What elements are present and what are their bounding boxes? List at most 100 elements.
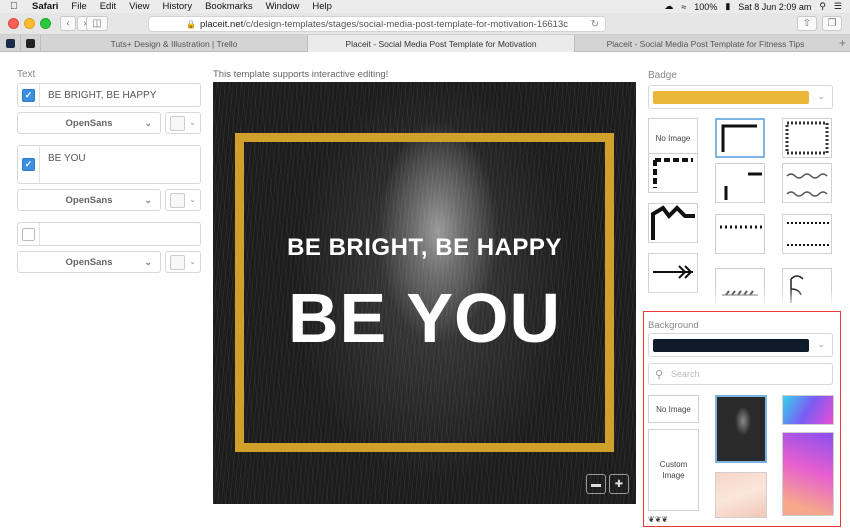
background-search-input[interactable]: ⚲ Search — [648, 363, 833, 385]
minus-icon: ▬ — [591, 478, 601, 490]
badge-color-dropdown[interactable]: ⌄ — [648, 85, 833, 109]
scroll-fade — [644, 288, 839, 308]
search-icon[interactable]: ⚲ — [819, 1, 826, 12]
canvas-line-2[interactable]: BE YOU — [213, 278, 636, 358]
menu-help[interactable]: Help — [312, 1, 332, 12]
address-bar[interactable]: 🔒 placeit.net/c/design-templates/stages/… — [148, 16, 606, 32]
minimize-window-button[interactable] — [24, 18, 35, 29]
badge-tile-selected[interactable] — [715, 118, 765, 158]
badge-bow-frame-icon — [651, 205, 695, 240]
text-field-1-checkbox[interactable]: ✓ — [22, 89, 35, 102]
font-select-2-value: OpenSans — [65, 194, 113, 206]
canvas-line-1[interactable]: BE BRIGHT, BE HAPPY — [213, 234, 636, 262]
background-purple-gradient-tile[interactable] — [782, 432, 834, 516]
wifi-icon[interactable]: ≈ — [681, 2, 686, 12]
text-field-2[interactable]: ✓ BE YOU — [17, 145, 201, 184]
tab-motivation[interactable]: Placeit - Social Media Post Template for… — [307, 35, 574, 52]
divider — [39, 84, 40, 106]
plus-icon: ✚ — [614, 478, 624, 490]
badge-corner-frame-icon — [721, 124, 757, 152]
color-select-3[interactable]: ⌄ — [165, 251, 201, 273]
background-hair-photo-tile-selected[interactable] — [715, 395, 767, 463]
badge-tile[interactable] — [782, 214, 832, 254]
text-field-1[interactable]: ✓ BE BRIGHT, BE HAPPY — [17, 83, 201, 107]
pinned-site-icon — [5, 39, 15, 48]
badge-tile[interactable] — [648, 203, 698, 243]
menu-bar:  Safari File Edit View History Bookmark… — [0, 0, 850, 13]
url-path: /c/design-templates/stages/social-media-… — [243, 18, 568, 30]
menu-clock[interactable]: Sat 8 Jun 2:09 am — [738, 2, 811, 12]
chevron-down-icon: ⌄ — [144, 256, 152, 267]
text-field-2-checkbox[interactable]: ✓ — [22, 158, 35, 171]
reload-icon[interactable]: ↻ — [591, 19, 599, 30]
cloud-icon[interactable]: ☁ — [664, 1, 673, 12]
new-tab-icon[interactable]: + — [839, 36, 846, 50]
browser-toolbar: ‹ › ◫ 🔒 placeit.net/c/design-templates/s… — [0, 13, 850, 35]
font-select-3-value: OpenSans — [65, 256, 113, 268]
interactive-editing-notice: This template supports interactive editi… — [213, 69, 389, 80]
menu-window[interactable]: Window — [266, 1, 300, 12]
chevron-left-icon: ‹ — [66, 18, 70, 29]
share-button[interactable]: ⇧ — [797, 16, 817, 31]
close-window-button[interactable] — [8, 18, 19, 29]
background-peach-tile[interactable] — [715, 472, 767, 518]
tab-fitness[interactable]: Placeit - Social Media Post Template for… — [574, 35, 836, 52]
badge-no-image-tile[interactable]: No Image — [648, 118, 698, 158]
chevron-down-icon: ⌄ — [189, 118, 196, 127]
badge-tile[interactable] — [715, 163, 765, 203]
background-custom-image-tile[interactable]: Custom Image — [648, 429, 699, 511]
divider — [39, 223, 40, 245]
text-field-1-value[interactable]: BE BRIGHT, BE HAPPY — [48, 90, 156, 101]
battery-percent: 100% — [694, 1, 718, 12]
apple-menu-icon[interactable]:  — [10, 1, 22, 12]
text-field-3[interactable] — [17, 222, 201, 246]
badge-tile[interactable] — [715, 214, 765, 254]
battery-icon[interactable]: ▮ — [725, 1, 730, 12]
badge-tile[interactable] — [782, 118, 832, 158]
font-select-2[interactable]: OpenSans ⌄ — [17, 189, 161, 211]
color-select-2[interactable]: ⌄ — [165, 189, 201, 211]
zoom-in-button[interactable]: ✚ — [609, 474, 629, 494]
badge-checkered-frame-icon — [785, 121, 829, 155]
menu-app-name[interactable]: Safari — [32, 1, 58, 12]
chevron-down-icon: ⌄ — [817, 91, 825, 101]
tab-trello[interactable]: Tuts+ Design & Illustration | Trello — [40, 35, 307, 52]
background-no-image-tile[interactable]: No Image — [648, 395, 699, 423]
sidebar-toggle-button[interactable]: ◫ — [86, 16, 108, 31]
menu-file[interactable]: File — [71, 1, 86, 12]
menu-bookmarks[interactable]: Bookmarks — [205, 1, 253, 12]
background-ornament-tile[interactable]: ❦❦❦ — [648, 515, 699, 525]
search-icon: ⚲ — [655, 369, 664, 381]
menu-edit[interactable]: Edit — [100, 1, 116, 12]
zoom-out-button[interactable]: ▬ — [586, 474, 606, 494]
color-select-1[interactable]: ⌄ — [165, 112, 201, 134]
font-select-3[interactable]: OpenSans ⌄ — [17, 251, 161, 273]
background-gradient-tile[interactable] — [782, 395, 834, 425]
text-field-3-checkbox[interactable] — [22, 228, 35, 241]
pinned-tab[interactable] — [0, 35, 20, 52]
font-select-1-value: OpenSans — [65, 117, 113, 129]
zoom-window-button[interactable] — [40, 18, 51, 29]
text-field-2-value[interactable]: BE YOU — [48, 153, 86, 164]
pinned-tab-2[interactable] — [20, 35, 40, 52]
chevron-down-icon: ⌄ — [189, 257, 196, 266]
chevron-down-icon: ⌄ — [189, 195, 196, 204]
menu-view[interactable]: View — [129, 1, 149, 12]
background-color-dropdown[interactable]: ⌄ — [648, 333, 833, 357]
menu-list-icon[interactable]: ☰ — [834, 1, 842, 12]
background-section-heading: Background — [648, 320, 699, 331]
font-select-1[interactable]: OpenSans ⌄ — [17, 112, 161, 134]
background-custom-image-label: Custom Image — [659, 460, 688, 480]
chevron-down-icon: ⌄ — [144, 194, 152, 205]
back-button[interactable]: ‹ — [60, 16, 76, 31]
tab-label: Placeit - Social Media Post Template for… — [345, 38, 537, 49]
badge-tile[interactable] — [648, 253, 698, 293]
design-canvas[interactable]: BE BRIGHT, BE HAPPY BE YOU ▬ ✚ — [213, 82, 636, 504]
lock-icon: 🔒 — [185, 19, 196, 29]
divider — [39, 146, 40, 183]
badge-tile[interactable] — [648, 153, 698, 193]
badge-tile[interactable] — [782, 163, 832, 203]
show-tabs-button[interactable]: ❐ — [822, 16, 842, 31]
ornament-icon: ❦❦❦ — [648, 515, 669, 524]
menu-history[interactable]: History — [163, 1, 193, 12]
